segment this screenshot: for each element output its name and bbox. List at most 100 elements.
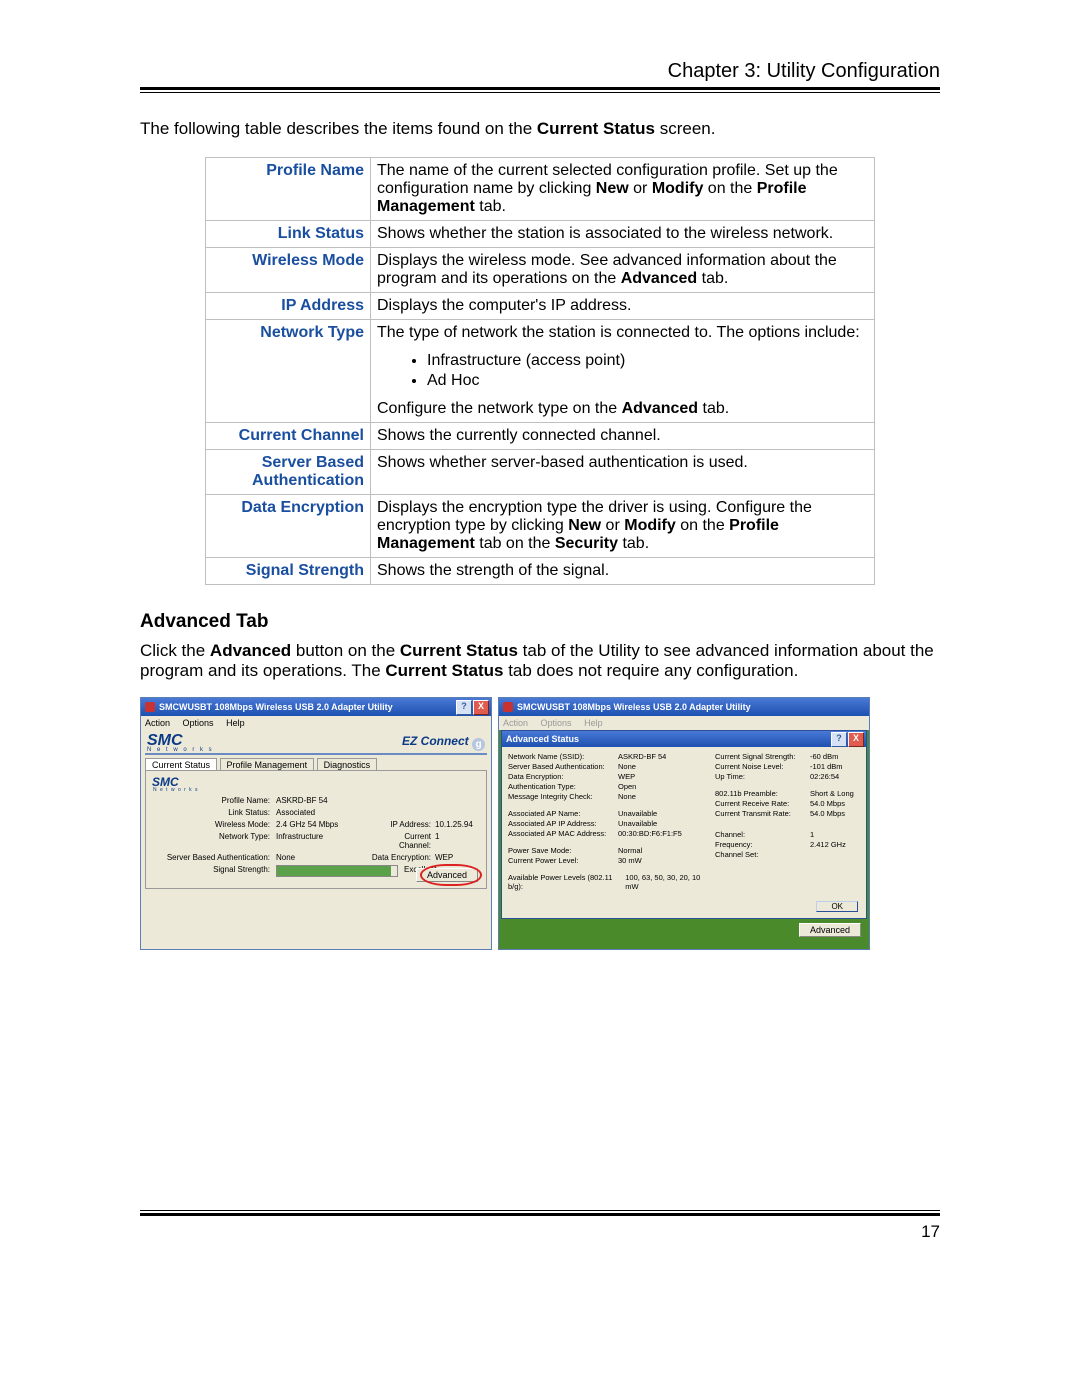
text: Configure the network type on the <box>377 400 622 417</box>
text-bold: Advanced <box>622 400 698 417</box>
signal-strength-bar <box>276 865 398 877</box>
table-row: Network Type The type of network the sta… <box>206 320 875 423</box>
help-button[interactable]: ? <box>456 700 472 715</box>
brand-header: SMC N e t w o r k s EZ Connect g <box>141 730 491 753</box>
field-value: Infrastructure <box>276 832 371 850</box>
field-label: Network Name (SSID): <box>508 752 618 761</box>
menu-action: Action <box>503 718 528 728</box>
titlebar[interactable]: SMCWUSBT 108Mbps Wireless USB 2.0 Adapte… <box>141 698 491 716</box>
table-row: Server Based Authentication Shows whethe… <box>206 450 875 495</box>
field-label: Channel: <box>715 830 810 839</box>
field-label: Frequency: <box>715 840 810 849</box>
section-heading: Advanced Tab <box>140 611 940 633</box>
field-label: Server Based Authentication: <box>150 853 276 862</box>
field-value: 2.4 GHz 54 Mbps <box>276 820 371 829</box>
text: tab. <box>697 270 728 287</box>
field-label: Current Receive Rate: <box>715 799 810 808</box>
titlebar[interactable]: SMCWUSBT 108Mbps Wireless USB 2.0 Adapte… <box>499 698 869 716</box>
menu-help[interactable]: Help <box>226 718 245 728</box>
field-value: ASKRD-BF 54 <box>618 752 676 761</box>
list-item: Infrastructure (access point) <box>427 352 868 370</box>
field-label: Available Power Levels (802.11 b/g): <box>508 873 625 891</box>
field-label: Link Status: <box>150 808 276 817</box>
row-label: Profile Name <box>206 158 371 221</box>
field-label: Message Integrity Check: <box>508 792 618 801</box>
menubar[interactable]: Action Options Help <box>141 716 491 730</box>
text: EZ Connect <box>402 734 469 748</box>
advanced-button[interactable]: Advanced <box>799 923 861 937</box>
field-value: 100, 63, 50, 30, 20, 10 mW <box>625 873 701 891</box>
screenshot-pair: SMCWUSBT 108Mbps Wireless USB 2.0 Adapte… <box>140 697 940 950</box>
field-value: -101 dBm <box>810 762 860 771</box>
field-value: 1 <box>810 830 860 839</box>
field-value <box>810 850 860 859</box>
close-button[interactable]: X <box>473 700 489 715</box>
field-label: Profile Name: <box>150 796 276 805</box>
field-label: Signal Strength: <box>150 865 276 877</box>
row-label: Link Status <box>206 221 371 248</box>
text: tab. <box>475 198 506 215</box>
rule <box>140 1213 940 1216</box>
menu-options[interactable]: Options <box>183 718 214 728</box>
table-row: Profile Name The name of the current sel… <box>206 158 875 221</box>
field-label: Data Encryption: <box>508 772 618 781</box>
menubar: Action Options Help <box>499 716 869 730</box>
field-label: Server Based Authentication: <box>508 762 618 771</box>
text: on the <box>703 180 756 197</box>
row-label: Network Type <box>206 320 371 423</box>
text-bold: Advanced <box>621 270 697 287</box>
field-value: 54.0 Mbps <box>810 799 860 808</box>
text-bold: Current Status <box>537 119 655 138</box>
text: tab on the <box>475 535 555 552</box>
field-value: 02:26:54 <box>810 772 860 781</box>
field-value: 54.0 Mbps <box>810 809 860 818</box>
field-value: None <box>618 762 676 771</box>
field-value: None <box>618 792 676 801</box>
dialog-titlebar[interactable]: Advanced Status ? X <box>502 731 866 747</box>
ez-connect-logo: EZ Connect g <box>402 734 485 751</box>
row-label: Signal Strength <box>206 558 371 585</box>
current-status-panel: SMC N e t w o r k s Profile Name:ASKRD-B… <box>145 770 487 889</box>
field-label: Current Channel: <box>371 832 435 850</box>
help-button[interactable]: ? <box>831 732 847 747</box>
text: screen. <box>655 119 715 138</box>
field-value: 2.412 GHz <box>810 840 860 849</box>
advanced-col-left: Network Name (SSID):ASKRD-BF 54 Server B… <box>508 751 701 892</box>
text: Click the <box>140 641 210 660</box>
tab-strip: Current Status Profile Management Diagno… <box>141 757 491 770</box>
dialog-title: Advanced Status <box>506 734 579 744</box>
field-value: 00:30:BD:F6:F1:F5 <box>618 829 676 838</box>
field-label: Power Save Mode: <box>508 846 618 855</box>
status-description-table: Profile Name The name of the current sel… <box>205 157 875 585</box>
section-paragraph: Click the Advanced button on the Current… <box>140 641 940 681</box>
ok-button[interactable]: OK <box>816 901 858 912</box>
window-title: SMCWUSBT 108Mbps Wireless USB 2.0 Adapte… <box>517 702 751 712</box>
advanced-button[interactable]: Advanced <box>416 868 478 882</box>
text: Displays the wireless mode. See advanced… <box>377 252 837 287</box>
field-value: ASKRD-BF 54 <box>276 796 371 805</box>
decorative-rule <box>145 753 487 755</box>
smc-logo-sub: N e t w o r k s <box>153 787 482 793</box>
field-value: WEP <box>435 853 453 862</box>
text: tab. <box>618 535 649 552</box>
close-button[interactable]: X <box>848 732 864 747</box>
field-label: Current Noise Level: <box>715 762 810 771</box>
options-list: Infrastructure (access point) Ad Hoc <box>427 352 868 390</box>
desktop-background: Advanced Status ? X Network Name (SSID):… <box>499 730 869 949</box>
field-label: Current Transmit Rate: <box>715 809 810 818</box>
field-value: -60 dBm <box>810 752 860 761</box>
text: button on the <box>291 641 400 660</box>
table-row: Signal Strength Shows the strength of th… <box>206 558 875 585</box>
field-label: Wireless Mode: <box>150 820 276 829</box>
field-label: Up Time: <box>715 772 810 781</box>
field-value: Normal <box>618 846 676 855</box>
menu-action[interactable]: Action <box>145 718 170 728</box>
text-bold: Current Status <box>385 661 503 680</box>
text: or <box>601 517 624 534</box>
field-label: Current Power Level: <box>508 856 618 865</box>
field-value: 1 <box>435 832 439 850</box>
text-bold: New <box>596 180 629 197</box>
text: or <box>629 180 652 197</box>
text-bold: New <box>568 517 601 534</box>
advanced-col-right: Current Signal Strength:-60 dBm Current … <box>715 751 860 892</box>
